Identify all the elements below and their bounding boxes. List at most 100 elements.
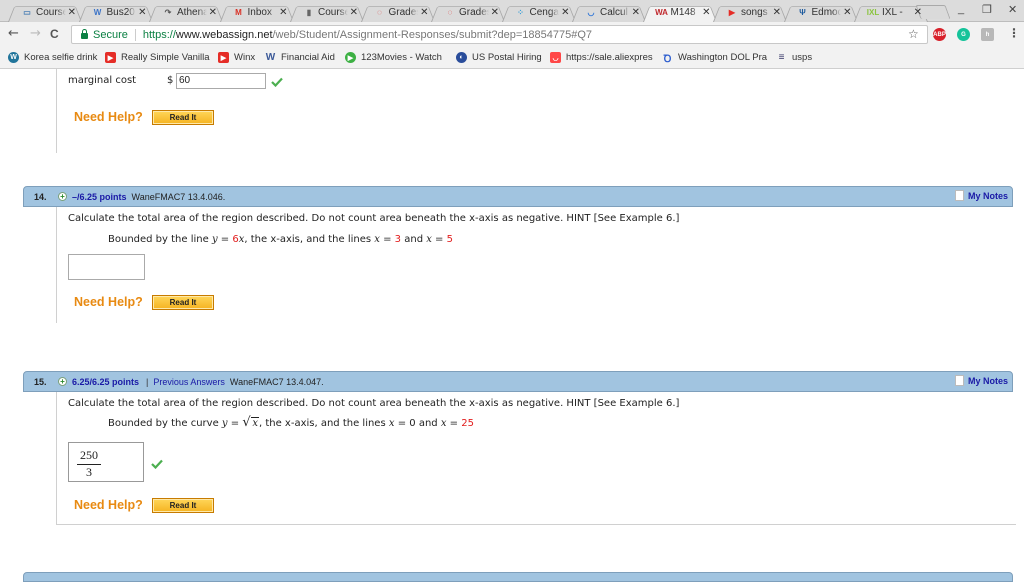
tab-title: Edmodo — [811, 6, 842, 18]
tab-title: Course — [36, 6, 66, 18]
w-icon: W — [265, 52, 276, 63]
adblock-plus-icon[interactable]: ABP — [933, 28, 946, 41]
address-bar[interactable]: Secure https://www.webassign.net/web/Stu… — [71, 25, 928, 44]
marginal-cost-input[interactable]: 60 — [176, 73, 266, 89]
athena-icon: ↷ — [164, 7, 172, 17]
browser-tab[interactable]: ▭ Course ✕ — [8, 2, 82, 22]
tab-title: Calcul — [600, 6, 628, 18]
bound-b: 25 — [461, 418, 474, 429]
browser-tab[interactable]: W Bus20 ✕ — [79, 2, 153, 22]
close-tab-icon[interactable]: ✕ — [138, 7, 146, 18]
extension-icon[interactable]: h — [981, 28, 994, 41]
close-window-button[interactable]: ✕ — [1008, 3, 1017, 16]
grades-icon: ◌ — [447, 7, 453, 17]
browser-tab[interactable]: ◌ Grades ✕ — [361, 2, 435, 22]
tab-title: Athena — [177, 6, 207, 18]
webassign-icon: WA — [655, 7, 668, 17]
browser-tab[interactable]: M Inbox ✕ — [220, 2, 294, 22]
bookmark-label: Washington DOL Pra — [678, 52, 768, 63]
browser-tab[interactable]: ◌ Grades ✕ — [431, 2, 505, 22]
bookmark-label: Winx — [234, 52, 256, 63]
question-15-header: 15. + 6.25/6.25 points | Previous Answer… — [23, 371, 1013, 392]
grammarly-icon[interactable]: G — [957, 28, 970, 41]
previous-answers-link[interactable]: Previous Answers — [153, 377, 225, 387]
close-tab-icon[interactable]: ✕ — [279, 7, 287, 18]
browser-tab[interactable]: ▶ songs ✕ — [713, 2, 787, 22]
bookmark-item[interactable]: ▶ Really Simple Vanilla — [105, 52, 210, 63]
tab-title: Inbox — [247, 6, 272, 18]
correct-check-icon — [151, 459, 163, 469]
minimize-button[interactable]: _ — [958, 3, 964, 15]
bookmark-item[interactable]: W Financial Aid — [265, 52, 335, 63]
youtube-icon: ▶ — [728, 7, 736, 17]
restore-button[interactable]: ❐ — [982, 3, 992, 16]
bounds-prefix: Bounded by the line — [108, 234, 209, 245]
area-answer-input[interactable]: 250 3 — [68, 442, 144, 482]
url-scheme: https:// — [142, 28, 176, 41]
bookmark-item[interactable]: ◡ https://sale.aliexpres — [550, 52, 653, 63]
close-tab-icon[interactable]: ✕ — [632, 7, 640, 18]
note-icon — [954, 375, 964, 386]
bookmark-item[interactable]: W Korea selfie drink — [8, 52, 97, 63]
expand-plus-icon[interactable]: + — [58, 377, 67, 386]
read-it-button[interactable]: Read It — [152, 110, 214, 125]
close-tab-icon[interactable]: ✕ — [773, 7, 781, 18]
browser-tab[interactable]: ◡ Calcul ✕ — [572, 2, 646, 22]
separator: | — [146, 376, 149, 387]
close-tab-icon[interactable]: ✕ — [68, 7, 76, 18]
reload-button[interactable]: C — [50, 27, 59, 41]
area-answer-input[interactable] — [68, 254, 145, 280]
browser-tab[interactable]: ↷ Athena ✕ — [149, 2, 223, 22]
tab-title: M148 — [670, 6, 696, 18]
close-tab-icon[interactable]: ✕ — [491, 7, 499, 18]
bookmark-item[interactable]: ▶ 123Movies - Watch — [345, 52, 442, 63]
close-tab-icon[interactable]: ✕ — [561, 7, 569, 18]
bookmark-item[interactable]: ▶ Winx — [218, 52, 255, 63]
read-it-button[interactable]: Read It — [152, 498, 214, 513]
bound-a: 0 — [409, 418, 416, 429]
grades-icon: ◌ — [377, 7, 382, 17]
gmail-icon: M — [235, 7, 242, 17]
sqrt-expression: √ x — [242, 415, 259, 430]
my-notes-button[interactable]: My Notes — [954, 375, 1008, 386]
points-link[interactable]: 6.25/6.25 points — [72, 377, 139, 387]
browser-menu-icon[interactable]: ⋮ — [1008, 26, 1020, 40]
browser-tab[interactable]: Ψ Edmodo✕ — [784, 2, 858, 22]
expand-plus-icon[interactable]: + — [58, 192, 67, 201]
url-path: /web/Student/Assignment-Responses/submit… — [272, 28, 593, 41]
bookmark-item[interactable]: Ꝺ Washington DOL Pra — [662, 52, 768, 65]
edmodo-icon: Ψ — [799, 7, 806, 17]
my-notes-button[interactable]: My Notes — [954, 190, 1008, 201]
my-notes-label: My Notes — [967, 190, 1008, 201]
webassign-page: marginal cost $ 60 Need Help? Read It 14… — [0, 69, 1024, 582]
question-14-header: 14. + –/6.25 points WaneFMAC7 13.4.046. … — [23, 186, 1013, 207]
browser-tab[interactable]: ⁘ Cengage✕ — [502, 2, 576, 22]
close-tab-icon[interactable]: ✕ — [702, 7, 710, 18]
browser-toolbar: ← → C Secure https://www.webassign.net/w… — [0, 22, 1024, 47]
browser-tab[interactable]: WA M148 ✕ — [643, 2, 717, 22]
question-14-body: Calculate the total area of the region d… — [56, 207, 1016, 323]
bookmark-item[interactable]: ◐ US Postal Hiring — [456, 52, 542, 63]
close-tab-icon[interactable]: ✕ — [209, 7, 217, 18]
forward-button[interactable]: → — [30, 26, 41, 41]
close-tab-icon[interactable]: ✕ — [843, 7, 851, 18]
question-15-body: Calculate the total area of the region d… — [56, 392, 1016, 525]
read-it-button[interactable]: Read It — [152, 295, 214, 310]
close-tab-icon[interactable]: ✕ — [914, 7, 922, 18]
need-help-label: Need Help? — [74, 295, 143, 309]
tab-title: IXL - — [882, 6, 903, 18]
close-tab-icon[interactable]: ✕ — [420, 7, 428, 18]
bookmarks-bar: W Korea selfie drink ▶ Really Simple Vanill… — [0, 47, 1024, 69]
bookmark-label: US Postal Hiring — [472, 52, 542, 63]
points-link[interactable]: –/6.25 points — [72, 192, 127, 202]
bookmark-star-icon[interactable]: ☆ — [908, 27, 919, 41]
currency-symbol: $ — [167, 75, 174, 86]
back-button[interactable]: ← — [8, 26, 19, 41]
browser-tab[interactable]: ▮ Course ✕ — [290, 2, 364, 22]
close-tab-icon[interactable]: ✕ — [350, 7, 358, 18]
loading-icon: ◡ — [587, 7, 595, 17]
bookmark-item[interactable]: ≡ usps — [776, 52, 813, 63]
dol-icon: Ꝺ — [663, 53, 672, 65]
bookmark-label: https://sale.aliexpres — [566, 52, 653, 63]
bookmark-label: Really Simple Vanilla — [121, 52, 210, 63]
